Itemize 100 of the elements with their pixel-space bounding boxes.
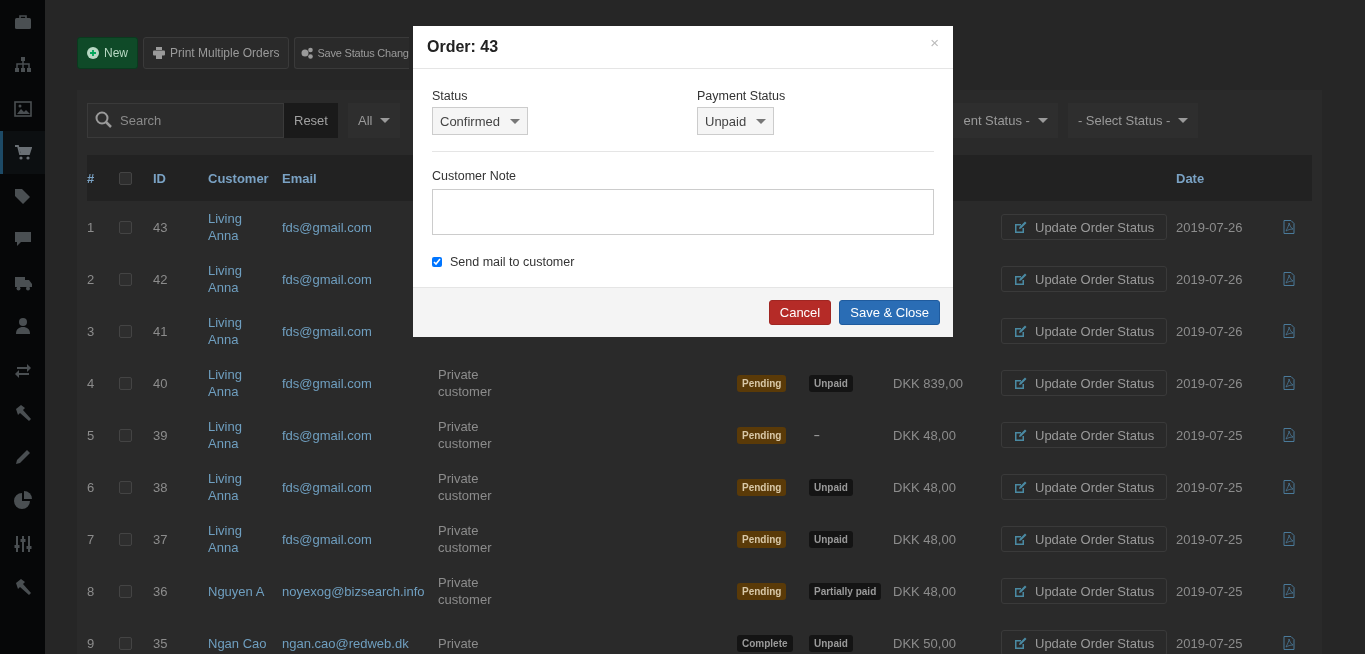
pdf-icon[interactable] [1283, 324, 1295, 338]
order-amount: DKK 48,00 [893, 427, 957, 443]
gears-icon [301, 47, 314, 59]
payment-badge: Unpaid [809, 478, 853, 496]
customer-link[interactable]: Ngan Cao [208, 634, 268, 652]
caret-icon [509, 118, 520, 124]
pdf-icon[interactable] [1283, 220, 1295, 234]
customer-link[interactable]: Living Anna [208, 366, 268, 400]
row-checkbox[interactable] [119, 428, 132, 442]
update-status-button[interactable]: Update Order Status [1001, 474, 1168, 500]
order-amount: DKK 50,00 [893, 635, 957, 651]
email-link[interactable]: fds@gmail.com [282, 531, 438, 547]
caret-icon [756, 118, 767, 124]
search-icon [95, 111, 113, 129]
filter-dropdown[interactable]: ent Status - [953, 103, 1058, 138]
briefcase-icon [13, 12, 32, 31]
update-status-button[interactable]: Update Order Status [1001, 422, 1168, 448]
dialog-title: Order: 43 [427, 38, 499, 56]
pdf-icon[interactable] [1283, 532, 1295, 546]
pdf-icon[interactable] [1283, 636, 1295, 650]
comment-icon [13, 230, 32, 249]
customer-link[interactable]: Living Anna [208, 262, 268, 296]
row-checkbox[interactable] [119, 480, 132, 494]
toolbar-button[interactable]: Print Multiple Orders [143, 37, 290, 69]
status-select[interactable]: Unpaid [697, 107, 775, 135]
order-id: 40 [153, 375, 169, 391]
row-checkbox[interactable] [119, 636, 132, 650]
row-checkbox[interactable] [119, 324, 132, 338]
pdf-icon[interactable] [1283, 480, 1295, 494]
customer-link[interactable]: Living Anna [208, 522, 268, 556]
sidebar-item[interactable] [0, 130, 45, 174]
payment-badge: Unpaid [809, 530, 853, 548]
customer-type: Private customer [438, 522, 493, 556]
caret-icon [1037, 118, 1048, 123]
update-status-button[interactable]: Update Order Status [1001, 214, 1168, 240]
toolbar-button[interactable]: Save Status Chang [294, 37, 409, 69]
row-number: 2 [87, 271, 96, 287]
send-mail-checkbox[interactable] [432, 257, 442, 267]
update-status-button[interactable]: Update Order Status [1001, 526, 1168, 552]
column-header[interactable]: Date [1176, 170, 1283, 186]
field-label: Customer Note [432, 169, 518, 183]
pdf-icon[interactable] [1283, 376, 1295, 390]
row-checkbox[interactable] [119, 376, 132, 390]
update-status-button[interactable]: Update Order Status [1001, 370, 1168, 396]
order-amount: DKK 48,00 [893, 479, 957, 495]
edit-icon [1014, 584, 1027, 598]
update-status-button[interactable]: Update Order Status [1001, 630, 1168, 654]
customer-type: Private customer [438, 418, 493, 452]
checkbox-label: Send mail to customer [450, 255, 575, 269]
dialog-button[interactable]: Cancel [768, 300, 832, 325]
filter-dropdown[interactable]: - Select Status - [1067, 103, 1199, 138]
column-header[interactable]: ID [153, 170, 208, 186]
pdf-icon[interactable] [1283, 584, 1295, 598]
tag-icon [13, 186, 32, 205]
caret-icon [380, 118, 391, 123]
email-link[interactable]: fds@gmail.com [282, 479, 438, 495]
column-header[interactable]: # [87, 170, 119, 186]
email-link[interactable]: noyexog@bizsearch.info [282, 583, 438, 599]
field-label: Payment Status [697, 89, 787, 103]
update-status-button[interactable]: Update Order Status [1001, 578, 1168, 604]
edit-icon [1014, 532, 1027, 546]
reset-button[interactable]: Reset [284, 103, 338, 138]
edit-icon [1014, 272, 1027, 286]
payment-badge: Unpaid [809, 634, 853, 652]
customer-link[interactable]: Living Anna [208, 418, 268, 452]
customer-type: Private customer [438, 366, 493, 400]
order-id: 43 [153, 219, 169, 235]
column-header[interactable]: Customer [208, 170, 282, 186]
row-checkbox[interactable] [119, 532, 132, 546]
customer-link[interactable]: Living Anna [208, 314, 268, 348]
customer-link[interactable]: Nguyen A [208, 582, 268, 600]
order-id: 36 [153, 583, 169, 599]
toolbar-button[interactable]: New [77, 37, 138, 69]
hammer-icon [13, 578, 32, 597]
dialog-button[interactable]: Save & Close [839, 300, 940, 325]
row-number: 1 [87, 219, 96, 235]
status-badge: Pending [737, 478, 787, 496]
filter-dropdown[interactable]: All [347, 103, 401, 138]
row-number: 4 [87, 375, 96, 391]
edit-icon [1014, 480, 1027, 494]
note-field[interactable] [432, 189, 934, 235]
status-select[interactable]: Confirmed [432, 107, 528, 135]
row-checkbox[interactable] [119, 220, 132, 234]
customer-link[interactable]: Living Anna [208, 210, 268, 244]
email-link[interactable]: fds@gmail.com [282, 375, 438, 391]
customer-link[interactable]: Living Anna [208, 470, 268, 504]
search-field[interactable]: Search [87, 103, 284, 138]
select-all-checkbox[interactable] [119, 171, 132, 185]
pdf-icon[interactable] [1283, 428, 1295, 442]
email-link[interactable]: ngan.cao@redweb.dk [282, 635, 438, 651]
order-id: 41 [153, 323, 169, 339]
update-status-button[interactable]: Update Order Status [1001, 266, 1168, 292]
email-link[interactable]: fds@gmail.com [282, 427, 438, 443]
row-checkbox[interactable] [119, 584, 132, 598]
order-id: 37 [153, 531, 169, 547]
customer-type: Private customer [438, 574, 493, 608]
status-badge: Pending [737, 374, 787, 392]
update-status-button[interactable]: Update Order Status [1001, 318, 1168, 344]
pdf-icon[interactable] [1283, 272, 1295, 286]
row-checkbox[interactable] [119, 272, 132, 286]
